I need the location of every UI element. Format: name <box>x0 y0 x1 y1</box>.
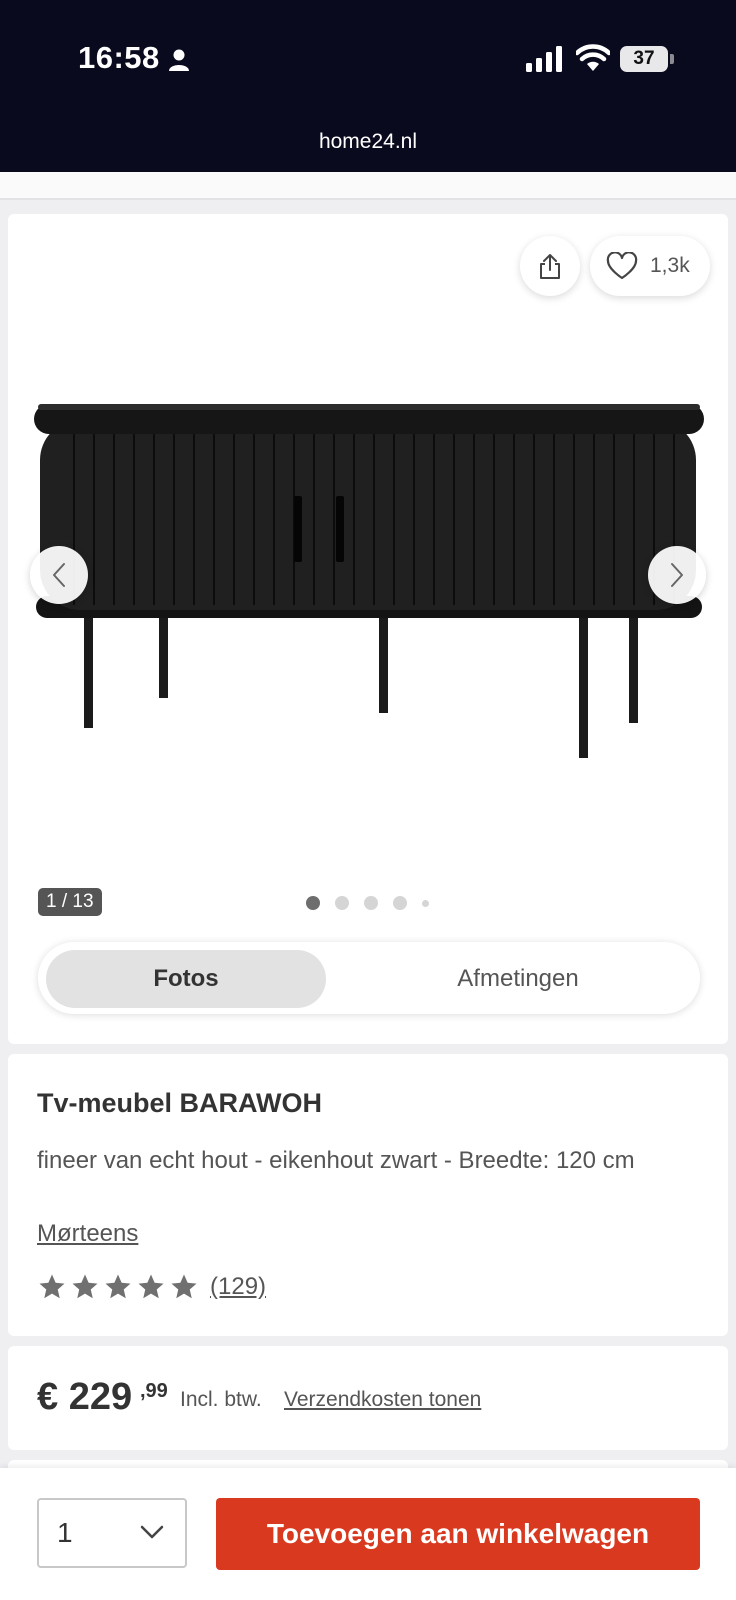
chevron-right-icon <box>671 563 683 587</box>
image-counter: 1 / 13 <box>38 888 102 916</box>
wishlist-count: 1,3k <box>650 254 690 277</box>
product-rating[interactable]: (129) <box>37 1272 266 1302</box>
battery-tip <box>670 54 674 64</box>
star-icon <box>105 1274 131 1299</box>
product-title: Tv-meubel BARAWOH <box>37 1088 323 1118</box>
status-bar: 16:58 37 home24.nl <box>0 0 736 172</box>
carousel-dot[interactable] <box>422 899 429 907</box>
add-to-cart-button[interactable]: Toevoegen aan winkelwagen <box>216 1498 700 1570</box>
tab-dimensions[interactable]: Afmetingen <box>368 950 668 1008</box>
add-to-cart-bar: 1 Toevoegen aan winkelwagen <box>0 1468 736 1600</box>
person-icon <box>169 49 189 71</box>
carousel-dot[interactable] <box>364 896 378 910</box>
shipping-costs-link[interactable]: Verzendkosten tonen <box>284 1388 481 1412</box>
chevron-down-icon <box>140 1525 164 1539</box>
price: € 229 <box>37 1376 133 1418</box>
url-bar[interactable]: home24.nl <box>0 130 736 154</box>
heart-icon <box>606 252 638 280</box>
carousel-dot[interactable] <box>306 896 320 910</box>
price-cents: ,99 <box>140 1380 168 1402</box>
carousel-dot[interactable] <box>393 896 407 910</box>
previous-image-button[interactable] <box>30 546 88 604</box>
product-image[interactable] <box>24 400 714 800</box>
status-time: 16:58 <box>78 40 160 75</box>
battery-indicator: 37 <box>620 46 668 72</box>
next-image-button[interactable] <box>648 546 706 604</box>
cellular-signal-icon <box>526 46 562 72</box>
quantity-value: 1 <box>57 1517 73 1548</box>
vat-note: Incl. btw. <box>180 1388 262 1411</box>
star-icon <box>39 1274 65 1299</box>
review-count-link[interactable]: (129) <box>210 1273 266 1301</box>
wishlist-button[interactable]: 1,3k <box>590 236 710 296</box>
gallery-view-toggle: Fotos Afmetingen <box>38 942 700 1014</box>
product-info: Tv-meubel BARAWOH fineer van echt hout -… <box>8 1054 728 1336</box>
carousel-dot[interactable] <box>335 896 349 910</box>
brand-link[interactable]: Mørteens <box>37 1220 138 1248</box>
quantity-select[interactable]: 1 <box>37 1498 187 1568</box>
share-button[interactable] <box>520 236 580 296</box>
product-subtitle: fineer van echt hout - eikenhout zwart -… <box>37 1147 635 1174</box>
star-icon <box>138 1274 164 1299</box>
price-section: € 229 ,99 Incl. btw. Verzendkosten tonen <box>8 1346 728 1450</box>
product-gallery: 1,3k 1 / 13 Fotos Afmetingen <box>8 214 728 1044</box>
carousel-dots <box>306 896 429 910</box>
star-icon <box>72 1274 98 1299</box>
star-icon <box>171 1274 197 1299</box>
chevron-left-icon <box>53 563 65 587</box>
wifi-icon <box>576 44 610 71</box>
header-strip <box>0 172 736 200</box>
tab-photos[interactable]: Fotos <box>46 950 326 1008</box>
share-icon <box>540 254 560 279</box>
